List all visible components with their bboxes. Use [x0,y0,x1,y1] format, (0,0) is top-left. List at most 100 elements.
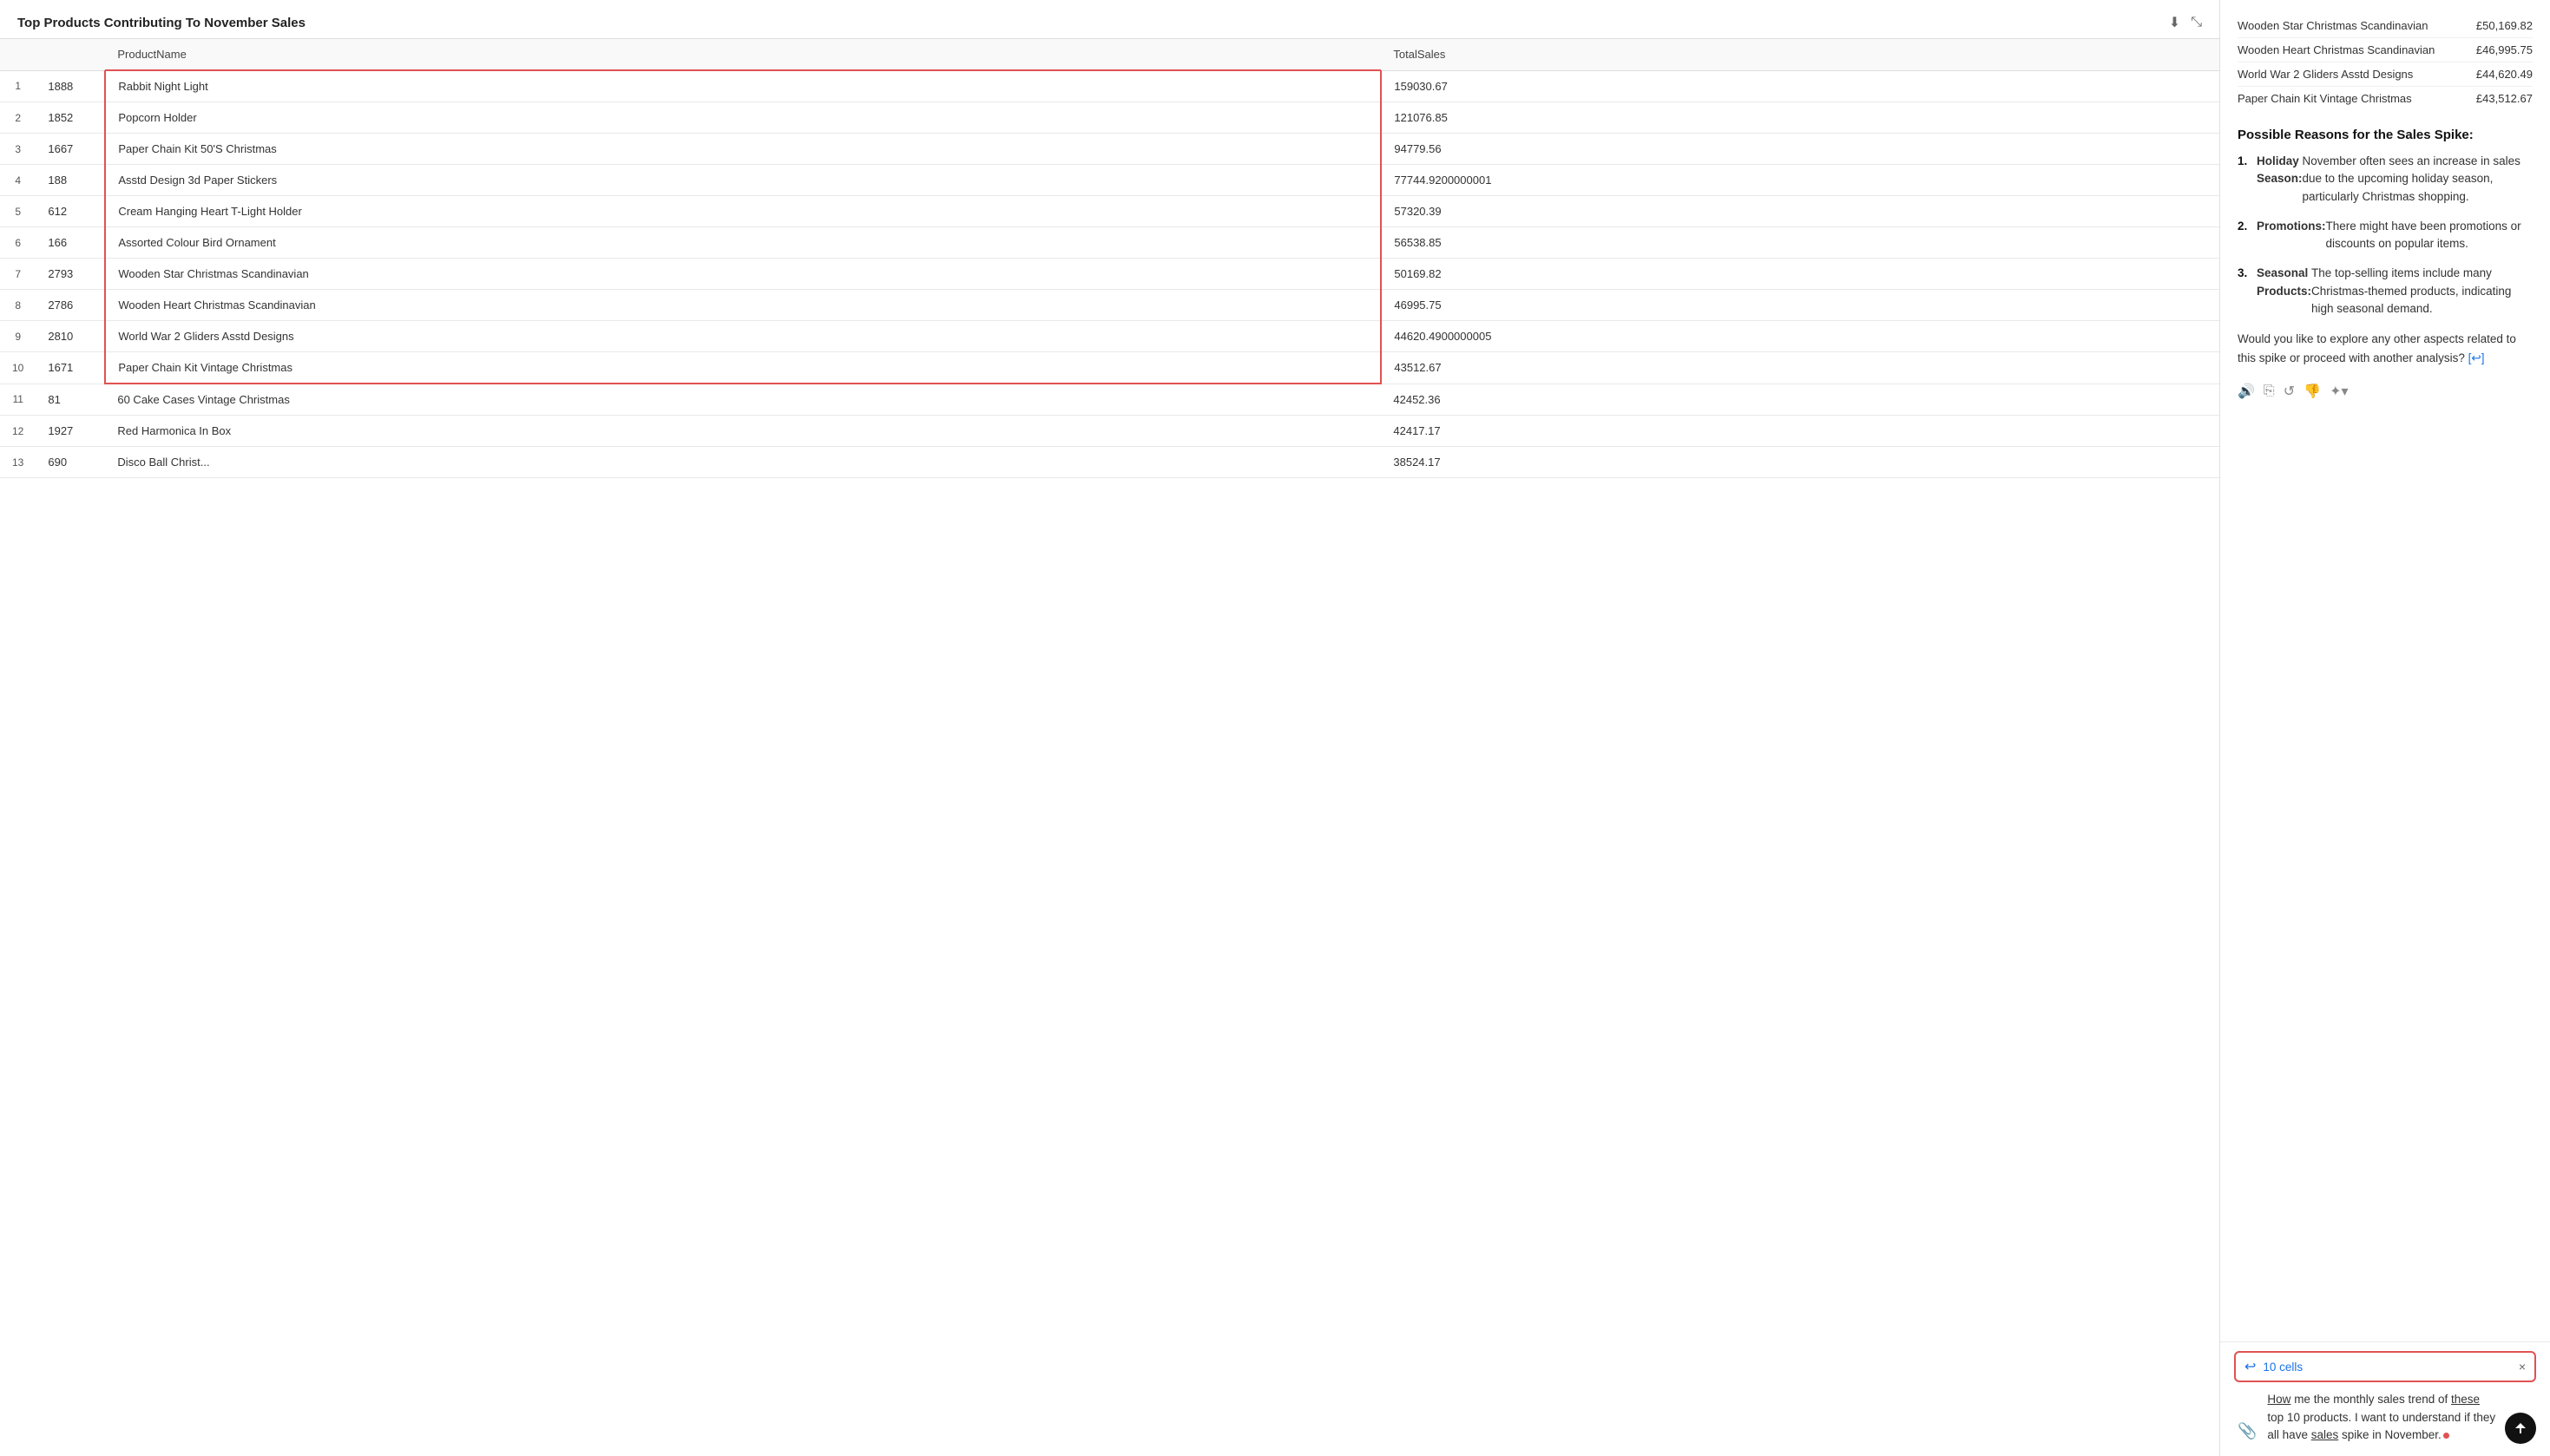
row-extra [2080,227,2219,259]
row-id: 166 [36,227,105,259]
reason-label: Promotions: [2257,218,2326,253]
col-id [36,39,105,71]
send-button[interactable] [2505,1413,2536,1444]
row-rank: 4 [0,165,36,196]
table-row: 72793Wooden Star Christmas Scandinavian5… [0,259,2219,290]
table-row: 92810World War 2 Gliders Asstd Designs44… [0,321,2219,352]
row-product-name: Rabbit Night Light [105,70,1381,102]
bottom-input-area: ↩ 10 cells × 📎 How me the monthly sales … [2220,1341,2550,1456]
top-product-value: £44,620.49 [2476,68,2533,81]
row-product-name: Popcorn Holder [105,102,1381,134]
row-extra [2080,447,2219,478]
row-product-name: Assorted Colour Bird Ornament [105,227,1381,259]
row-product-name: Asstd Design 3d Paper Stickers [105,165,1381,196]
row-id: 1927 [36,416,105,447]
col-total-sales: TotalSales [1381,39,2080,71]
volume-icon[interactable]: 🔊 [2238,383,2255,400]
expand-icon[interactable]: ⤡ [2191,15,2202,30]
download-icon[interactable]: ⬇ [2169,14,2180,31]
row-product-name: World War 2 Gliders Asstd Designs [105,321,1381,352]
row-id: 690 [36,447,105,478]
table-row: 118160 Cake Cases Vintage Christmas42452… [0,384,2219,416]
row-rank: 6 [0,227,36,259]
top-product-item: World War 2 Gliders Asstd Designs£44,620… [2238,62,2533,87]
table-title: Top Products Contributing To November Sa… [17,16,306,30]
follow-up-link[interactable]: [↩] [2468,351,2485,364]
cells-tag-text: 10 cells [2263,1361,2518,1374]
table-header-row: ProductName TotalSales [0,39,2219,71]
row-extra [2080,321,2219,352]
row-total-sales: 46995.75 [1381,290,2080,321]
row-rank: 1 [0,70,36,102]
row-id: 1888 [36,70,105,102]
table-row: 5612Cream Hanging Heart T-Light Holder57… [0,196,2219,227]
table-row: 21852Popcorn Holder121076.85 [0,102,2219,134]
row-product-name: Cream Hanging Heart T-Light Holder [105,196,1381,227]
row-id: 2810 [36,321,105,352]
reasons-heading: Possible Reasons for the Sales Spike: [2238,128,2533,142]
cells-tag-close[interactable]: × [2519,1360,2526,1374]
table-row: 4188Asstd Design 3d Paper Stickers77744.… [0,165,2219,196]
row-total-sales: 159030.67 [1381,70,2080,102]
row-total-sales: 42417.17 [1381,416,2080,447]
row-id: 1667 [36,134,105,165]
row-extra [2080,70,2219,102]
table-header: Top Products Contributing To November Sa… [0,0,2219,38]
row-extra [2080,384,2219,416]
row-rank: 11 [0,384,36,416]
row-total-sales: 77744.9200000001 [1381,165,2080,196]
row-product-name: Paper Chain Kit 50'S Christmas [105,134,1381,165]
cells-tag-container: ↩ 10 cells × [2234,1351,2536,1382]
reason-item: Promotions: There might have been promot… [2238,218,2533,253]
row-rank: 13 [0,447,36,478]
row-id: 1671 [36,352,105,384]
input-box[interactable]: How me the monthly sales trend of these … [2267,1391,2498,1444]
top-product-value: £50,169.82 [2476,19,2533,32]
more-actions-icon[interactable]: ✦▾ [2330,383,2348,400]
reason-label: Seasonal Products: [2257,265,2311,318]
row-extra [2080,416,2219,447]
row-extra [2080,165,2219,196]
input-row: 📎 How me the monthly sales trend of thes… [2234,1391,2536,1444]
copy-icon[interactable]: ⎘ [2264,384,2275,399]
reason-item: Holiday Season: November often sees an i… [2238,153,2533,206]
top-product-name: Wooden Star Christmas Scandinavian [2238,19,2476,32]
message-actions: 🔊 ⎘ ↺ 👎 ✦▾ [2238,379,2533,409]
row-rank: 12 [0,416,36,447]
row-extra [2080,102,2219,134]
table-row: 13690Disco Ball Christ...38524.17 [0,447,2219,478]
row-id: 1852 [36,102,105,134]
table-row: 101671Paper Chain Kit Vintage Christmas4… [0,352,2219,384]
reasons-list: Holiday Season: November often sees an i… [2238,153,2533,318]
table-actions: ⬇ ⤡ [2169,14,2202,31]
top-products-summary: Wooden Star Christmas Scandinavian£50,16… [2238,14,2533,110]
reason-item: Seasonal Products: The top-selling items… [2238,265,2533,318]
cells-tag-icon: ↩ [2244,1358,2256,1375]
top-product-name: Wooden Heart Christmas Scandinavian [2238,43,2476,56]
row-rank: 5 [0,196,36,227]
attach-button[interactable]: 📎 [2234,1419,2260,1444]
row-product-name: Wooden Star Christmas Scandinavian [105,259,1381,290]
table-row: 82786Wooden Heart Christmas Scandinavian… [0,290,2219,321]
top-product-value: £43,512.67 [2476,92,2533,105]
col-product-name: ProductName [105,39,1381,71]
row-id: 612 [36,196,105,227]
row-total-sales: 94779.56 [1381,134,2080,165]
input-text[interactable]: How me the monthly sales trend of these … [2267,1391,2498,1444]
row-id: 2786 [36,290,105,321]
top-product-value: £46,995.75 [2476,43,2533,56]
regenerate-icon[interactable]: ↺ [2284,383,2295,400]
row-total-sales: 42452.36 [1381,384,2080,416]
row-product-name: Disco Ball Christ... [105,447,1381,478]
row-rank: 2 [0,102,36,134]
row-product-name: Wooden Heart Christmas Scandinavian [105,290,1381,321]
row-extra [2080,196,2219,227]
row-product-name: Paper Chain Kit Vintage Christmas [105,352,1381,384]
thumbs-down-icon[interactable]: 👎 [2304,383,2321,400]
row-product-name: 60 Cake Cases Vintage Christmas [105,384,1381,416]
row-id: 2793 [36,259,105,290]
top-product-item: Wooden Heart Christmas Scandinavian£46,9… [2238,38,2533,62]
row-id: 81 [36,384,105,416]
row-id: 188 [36,165,105,196]
table-row: 121927Red Harmonica In Box42417.17 [0,416,2219,447]
